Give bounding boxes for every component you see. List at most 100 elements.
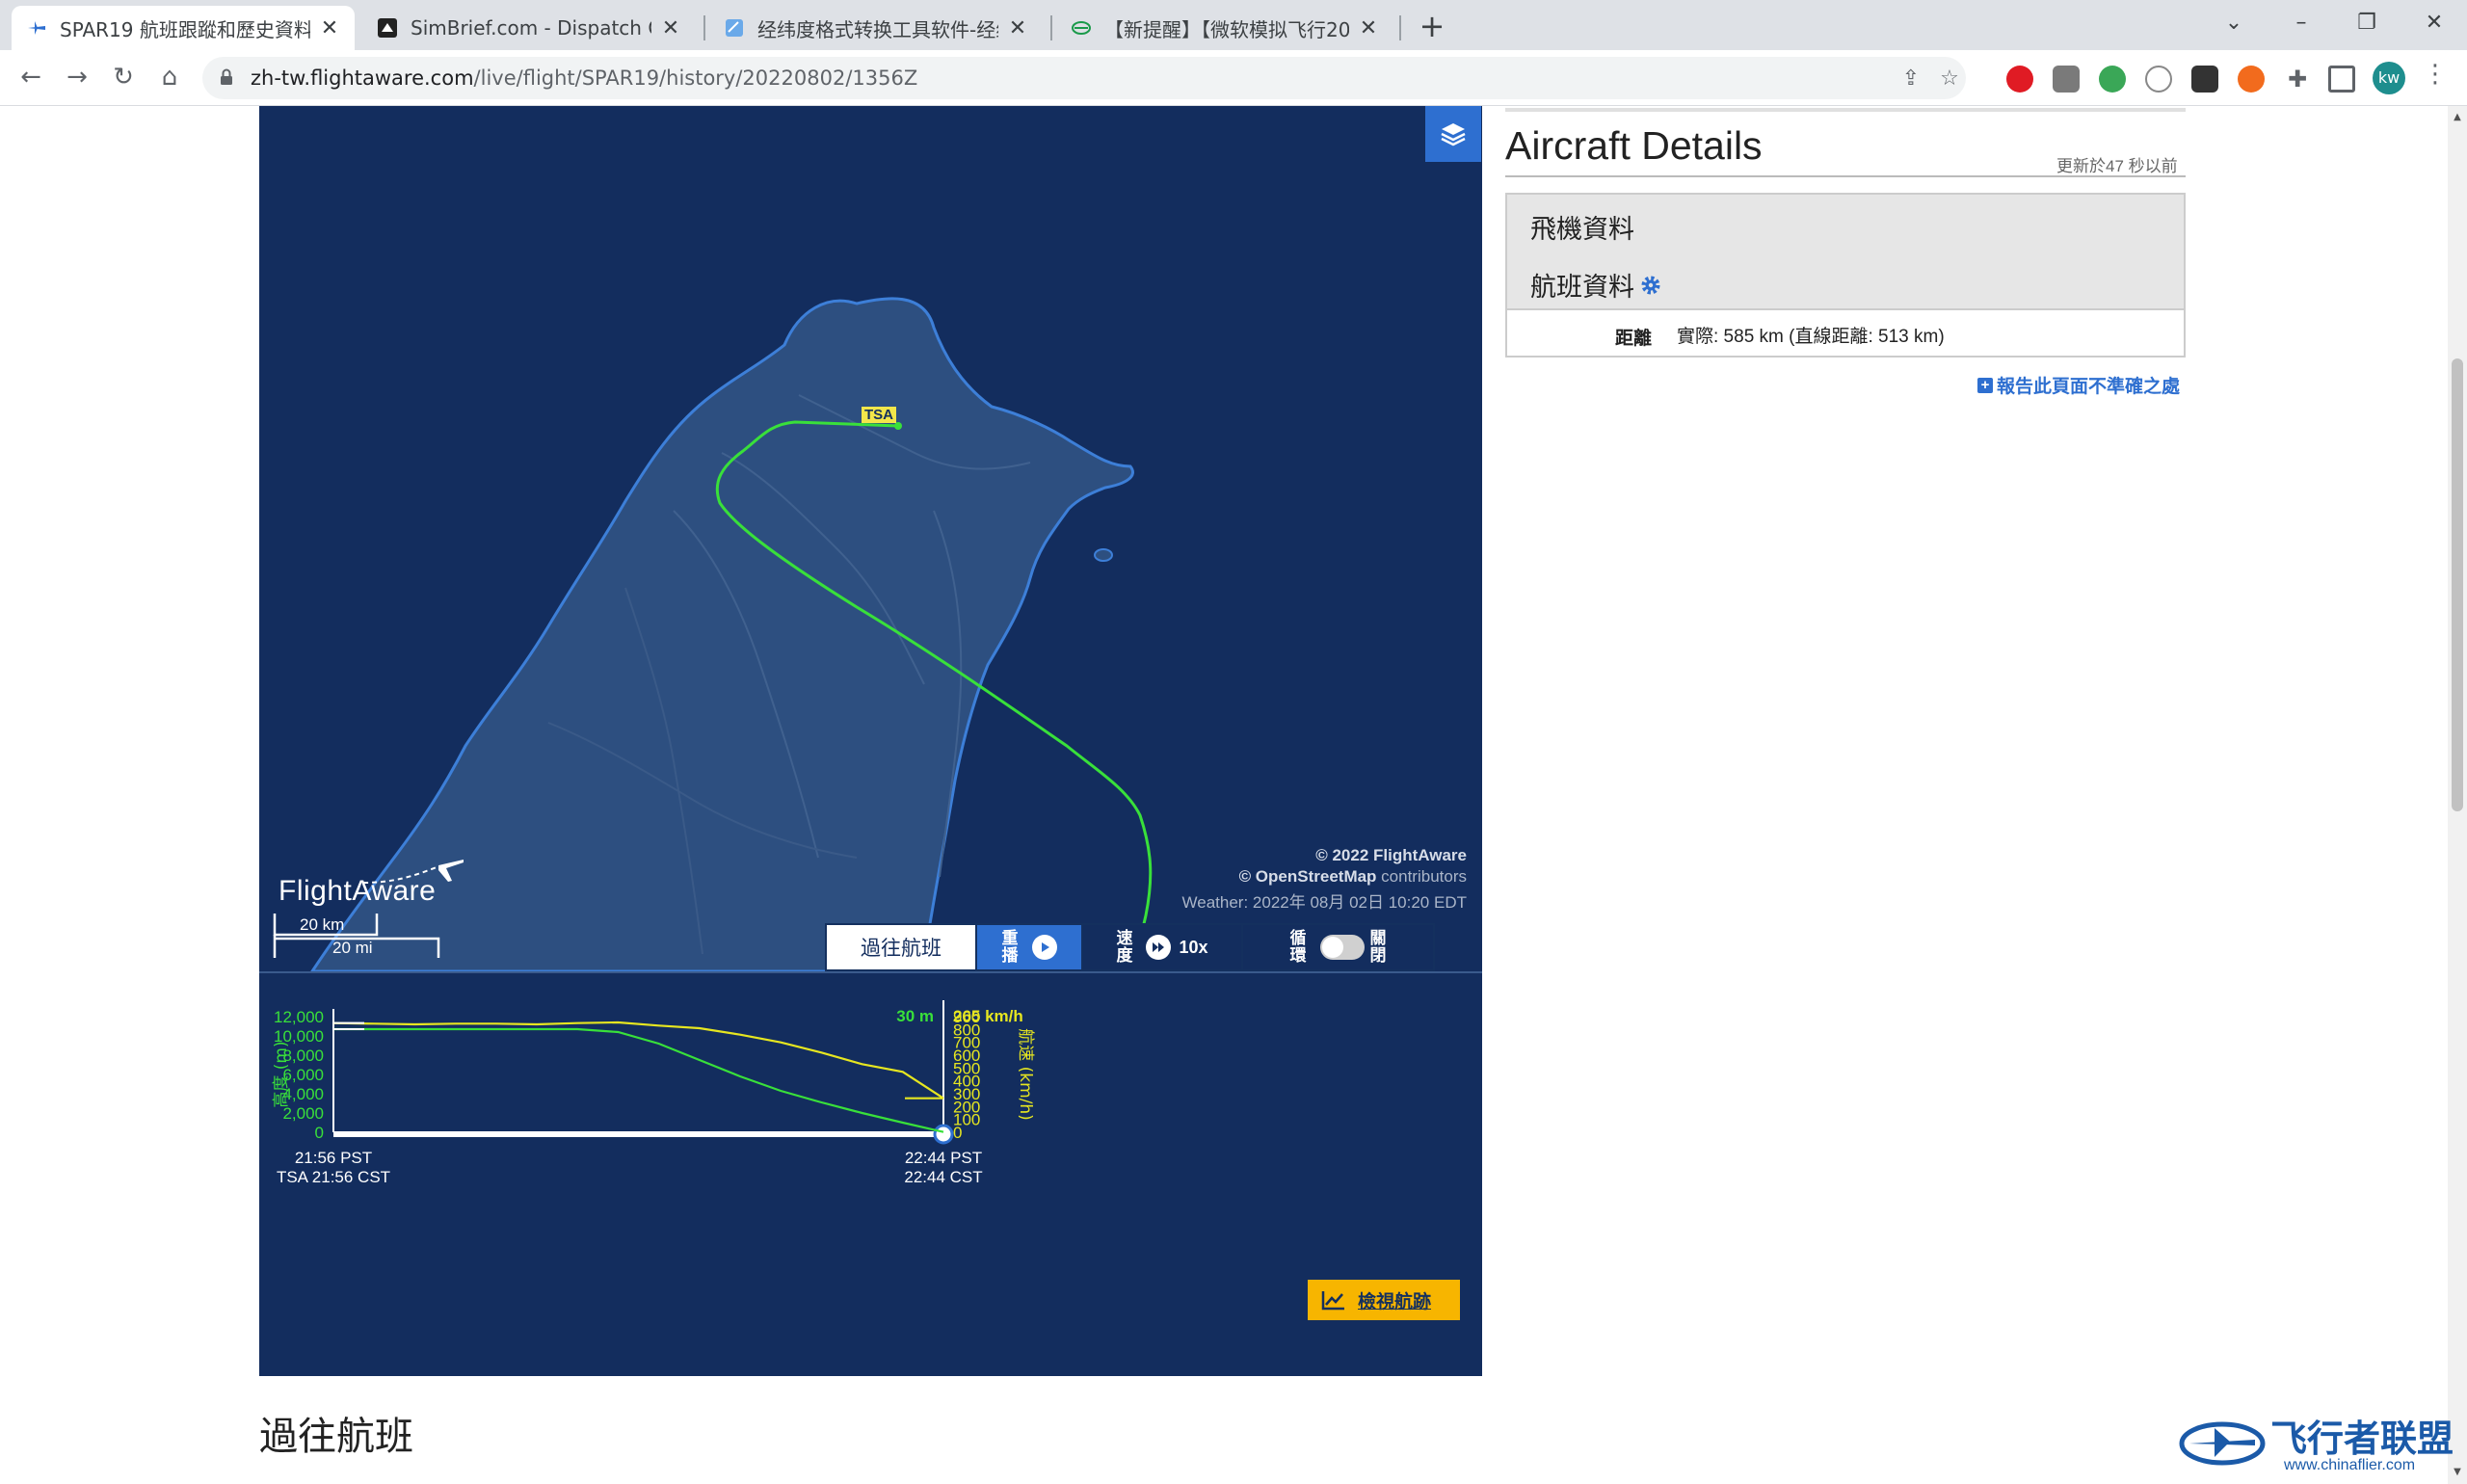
share-icon[interactable]: ⇪ xyxy=(1898,66,1923,92)
past-flights-heading: 過往航班 xyxy=(259,1416,413,1458)
start-time-cst: TSA 21:56 CST xyxy=(277,1168,390,1186)
view-track-label: 檢視航跡 xyxy=(1358,1291,1432,1312)
puzzle-icon[interactable]: ✚ xyxy=(2284,66,2311,93)
extension-icon[interactable] xyxy=(2145,66,2172,93)
report-link-text: 報告此頁面不準確之處 xyxy=(1997,377,2181,397)
loop-state-2: 閉 xyxy=(1369,946,1387,965)
tab-flightaware[interactable]: SPAR19 航班跟蹤和歷史資料 20 ✕ xyxy=(12,6,355,50)
loop-toggle[interactable]: 循環 關閉 xyxy=(1243,925,1433,969)
loop-label-1: 循 xyxy=(1289,929,1307,947)
play-icon xyxy=(1031,935,1057,960)
tab-simbrief[interactable]: SimBrief.com - Dispatch Optic ✕ xyxy=(362,6,696,50)
distance-row: 距離 實際: 585 km (直線距離: 513 km) xyxy=(1507,308,2184,356)
chinaflier-logo-icon xyxy=(2179,1421,2266,1466)
lock-icon xyxy=(221,68,232,85)
tab-title: 【新提醒】【微软模拟飞行2020 xyxy=(1104,17,1349,41)
watermark-url: www.chinaflier.com xyxy=(2284,1457,2416,1473)
flight-info-heading[interactable]: 航班資料 xyxy=(1530,266,1663,304)
extension-icon[interactable] xyxy=(2191,66,2218,93)
close-icon[interactable]: ✕ xyxy=(1006,16,1029,40)
tab-title: 经纬度格式转换工具软件-经纬度 xyxy=(757,17,998,41)
url-text: zh-tw.flightaware.com/live/flight/SPAR19… xyxy=(251,66,918,90)
current-altitude: 30 m xyxy=(896,1007,934,1025)
extension-icon[interactable] xyxy=(2053,66,2080,93)
extension-icon[interactable] xyxy=(2238,66,2265,93)
tab-separator xyxy=(703,15,705,40)
island xyxy=(1094,548,1113,562)
replay-label-1: 重 xyxy=(1001,929,1019,947)
replay-button[interactable]: 重播 xyxy=(977,925,1083,969)
distance-value: 實際: 585 km (直線距離: 513 km) xyxy=(1677,327,1945,347)
tab-chinaflier[interactable]: 【新提醒】【微软模拟飞行2020 ✕ xyxy=(1056,6,1393,50)
scale-km: 20 km xyxy=(300,915,345,934)
map-scale: 20 km 20 mi xyxy=(273,910,446,964)
speed-label-1: 速 xyxy=(1116,929,1133,947)
bookmark-star-icon[interactable]: ☆ xyxy=(1937,66,1962,92)
scrollbar[interactable]: ▲ ▼ xyxy=(2448,106,2467,1484)
scale-mi: 20 mi xyxy=(332,939,373,957)
watermark-text: 飞行者联盟 xyxy=(2270,1418,2454,1460)
menu-icon[interactable]: ⋮ xyxy=(2421,60,2450,94)
tab-coordinate-tool[interactable]: 经纬度格式转换工具软件-经纬度 ✕ xyxy=(709,6,1043,50)
reload-button[interactable]: ↻ xyxy=(104,58,143,96)
tab-title: SPAR19 航班跟蹤和歷史資料 20 xyxy=(60,17,310,41)
chinaflier-watermark: 飞行者联盟 www.chinaflier.com xyxy=(2176,1409,2455,1474)
restore-button[interactable]: ❐ xyxy=(2348,4,2386,42)
tab-separator xyxy=(1399,15,1401,40)
close-window-button[interactable]: ✕ xyxy=(2415,4,2454,42)
series-line-left xyxy=(333,1027,944,1133)
report-link[interactable]: + 報告此頁面不準確之處 xyxy=(1977,372,2180,398)
divider xyxy=(1505,175,2186,177)
speed-button[interactable]: 速度 10x xyxy=(1083,925,1243,969)
minimize-button[interactable]: – xyxy=(2282,4,2321,42)
graph-canvas: 12,00010,0008,0006,0004,0002,00009008007… xyxy=(272,1000,1035,1186)
left-tick-label: 0 xyxy=(315,1124,324,1142)
close-icon[interactable]: ✕ xyxy=(318,16,341,40)
copyright-osm[interactable]: © OpenStreetMap contributors xyxy=(1239,867,1467,887)
extension-icon[interactable] xyxy=(2099,66,2126,93)
distance-label: 距離 xyxy=(1615,329,1653,349)
new-tab-button[interactable]: + xyxy=(1413,8,1451,46)
address-bar[interactable]: zh-tw.flightaware.com/live/flight/SPAR19… xyxy=(202,57,1966,99)
opera-extension-icon[interactable] xyxy=(2006,66,2033,93)
series-line-right xyxy=(332,1020,944,1100)
browser-toolbar: ← → ↻ ⌂ zh-tw.flightaware.com/live/fligh… xyxy=(0,50,2467,106)
close-icon[interactable]: ✕ xyxy=(1357,16,1380,40)
back-button[interactable]: ← xyxy=(12,58,50,96)
close-icon[interactable]: ✕ xyxy=(659,16,682,40)
right-axis-title: 航速 (km/h) xyxy=(1016,1028,1035,1121)
plus-icon: + xyxy=(1977,377,1993,393)
replay-controls: 過往航班 重播 速度 10x 循環 關閉 xyxy=(825,923,1435,971)
side-panel-icon[interactable] xyxy=(2328,66,2355,93)
layers-button[interactable] xyxy=(1425,106,1481,162)
timeline-handle xyxy=(933,1124,954,1145)
updated-timestamp: 更新於47 秒以前 xyxy=(2056,157,2178,175)
tab-search-icon[interactable]: ⌄ xyxy=(2215,4,2253,42)
aircraft-info-heading[interactable]: 飛機資料 xyxy=(1530,208,1634,246)
forward-button[interactable]: → xyxy=(58,58,96,96)
airport-label[interactable]: TSA xyxy=(862,407,896,423)
scroll-up-icon[interactable]: ▲ xyxy=(2452,112,2463,123)
fast-forward-icon xyxy=(1146,935,1172,960)
browser-tab-bar: SPAR19 航班跟蹤和歷史資料 20 ✕ SimBrief.com - Dis… xyxy=(0,0,2467,50)
page-viewport: TSA © 2022 FlightAware © OpenStreetMap c… xyxy=(0,106,2448,1484)
loop-state-1: 關 xyxy=(1369,929,1387,947)
home-button[interactable]: ⌂ xyxy=(150,58,189,96)
gear-icon[interactable] xyxy=(1638,273,1663,298)
scroll-thumb[interactable] xyxy=(2452,358,2463,811)
tab-separator xyxy=(1050,15,1052,40)
left-axis-title: 高度 (m) xyxy=(272,1041,291,1107)
switch-knob xyxy=(1321,937,1343,958)
plane-icon xyxy=(363,860,464,884)
simbrief-icon xyxy=(376,16,399,40)
loop-label-2: 環 xyxy=(1289,946,1307,965)
replay-label-2: 播 xyxy=(1001,946,1019,965)
loop-switch[interactable] xyxy=(1319,935,1365,960)
tool-icon xyxy=(723,16,746,40)
aircraft-details-box: 飛機資料 航班資料 距離 實際: 585 km (直線距離: 513 km) xyxy=(1505,193,2186,358)
past-flights-button[interactable]: 過往航班 xyxy=(827,925,977,969)
avatar[interactable]: kw xyxy=(2373,62,2405,94)
weather-timestamp: Weather: 2022年 08月 02日 10:20 EDT xyxy=(1181,893,1467,912)
flight-map[interactable]: TSA © 2022 FlightAware © OpenStreetMap c… xyxy=(259,106,1482,971)
view-track-button[interactable]: 檢視航跡 xyxy=(1308,1280,1460,1320)
